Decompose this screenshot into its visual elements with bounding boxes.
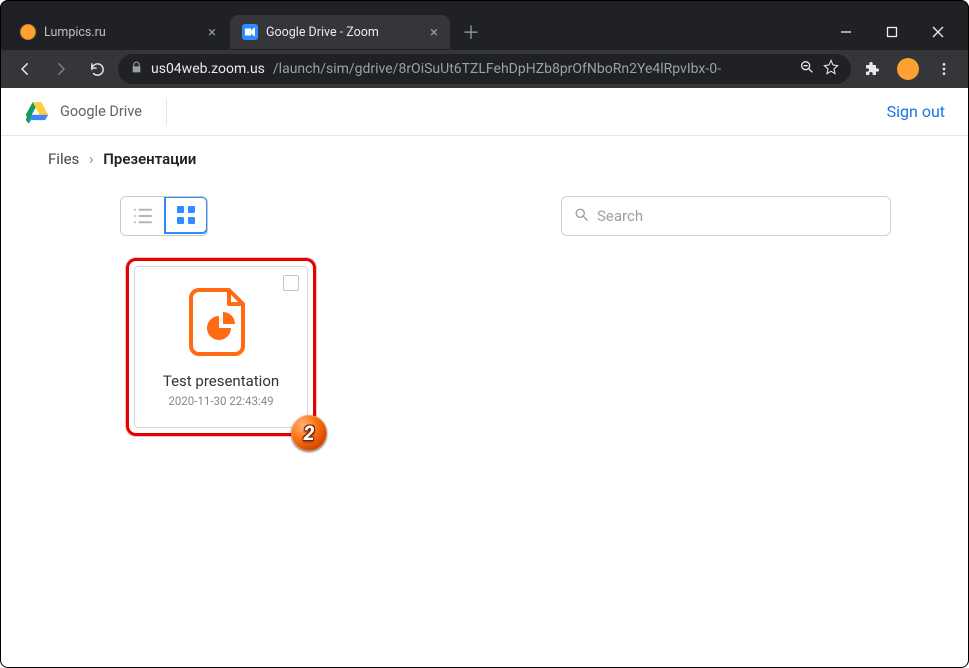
favicon-zoom xyxy=(242,24,258,40)
minimize-button[interactable] xyxy=(823,14,869,50)
grid-view-button[interactable] xyxy=(164,196,208,234)
search-icon xyxy=(574,207,589,226)
close-window-button[interactable] xyxy=(915,14,961,50)
page-content: Google Drive Sign out Files › Презентаци… xyxy=(0,88,969,668)
drive-icon xyxy=(24,100,50,124)
tab-label: Lumpics.ru xyxy=(44,25,200,40)
file-date: 2020-11-30 22:43:49 xyxy=(168,394,273,408)
google-drive-logo[interactable]: Google Drive xyxy=(24,100,142,124)
browser-tab-zoom-drive[interactable]: Google Drive - Zoom × xyxy=(230,15,450,49)
new-tab-button[interactable]: ＋ xyxy=(452,19,490,45)
extensions-button[interactable] xyxy=(857,54,887,84)
drive-header: Google Drive Sign out xyxy=(0,88,969,136)
file-name: Test presentation xyxy=(163,372,279,390)
annotation-step-badge: 2 xyxy=(291,415,327,451)
tab-label: Google Drive - Zoom xyxy=(266,25,422,40)
url-domain: us04web.zoom.us xyxy=(151,61,265,77)
maximize-button[interactable] xyxy=(869,14,915,50)
list-view-button[interactable] xyxy=(121,197,165,235)
url-path: /launch/sim/gdrive/8rOiSuUt6TZLFehDpHZb8… xyxy=(273,61,791,77)
back-button[interactable] xyxy=(10,54,40,84)
close-icon[interactable]: × xyxy=(430,23,438,41)
forward-button[interactable] xyxy=(46,54,76,84)
file-card-test-presentation[interactable]: Test presentation 2020-11-30 22:43:49 2 xyxy=(126,258,316,436)
favicon-lumpics xyxy=(20,24,36,40)
breadcrumb-root[interactable]: Files xyxy=(48,150,79,168)
close-icon[interactable]: × xyxy=(208,23,216,41)
sign-out-link[interactable]: Sign out xyxy=(887,102,945,121)
list-icon xyxy=(132,207,154,225)
grid-icon xyxy=(176,205,196,225)
toolbar xyxy=(0,176,969,242)
drive-title: Google Drive xyxy=(60,103,142,120)
reload-button[interactable] xyxy=(82,54,112,84)
view-toggle xyxy=(120,196,208,236)
browser-menu-button[interactable] xyxy=(929,54,959,84)
tab-strip: Lumpics.ru × Google Drive - Zoom × ＋ xyxy=(0,14,969,50)
search-input[interactable] xyxy=(597,207,878,225)
divider xyxy=(166,99,167,125)
files-grid: Test presentation 2020-11-30 22:43:49 2 xyxy=(0,242,969,436)
slides-file-icon xyxy=(189,286,253,358)
breadcrumb: Files › Презентации xyxy=(0,136,969,176)
window-titlebar xyxy=(0,0,969,14)
search-box[interactable] xyxy=(561,196,891,236)
extension-lumpics-icon[interactable] xyxy=(897,58,919,80)
file-checkbox[interactable] xyxy=(283,275,299,291)
omnibox[interactable]: us04web.zoom.us/launch/sim/gdrive/8rOiSu… xyxy=(118,54,851,84)
address-bar: us04web.zoom.us/launch/sim/gdrive/8rOiSu… xyxy=(0,50,969,88)
bookmark-star-icon[interactable] xyxy=(823,59,839,79)
window-controls xyxy=(823,14,961,50)
breadcrumb-current: Презентации xyxy=(103,150,196,168)
lock-icon xyxy=(130,61,143,78)
chevron-right-icon: › xyxy=(89,150,94,168)
zoom-indicator-icon[interactable] xyxy=(799,59,815,79)
browser-tab-lumpics[interactable]: Lumpics.ru × xyxy=(8,15,228,49)
